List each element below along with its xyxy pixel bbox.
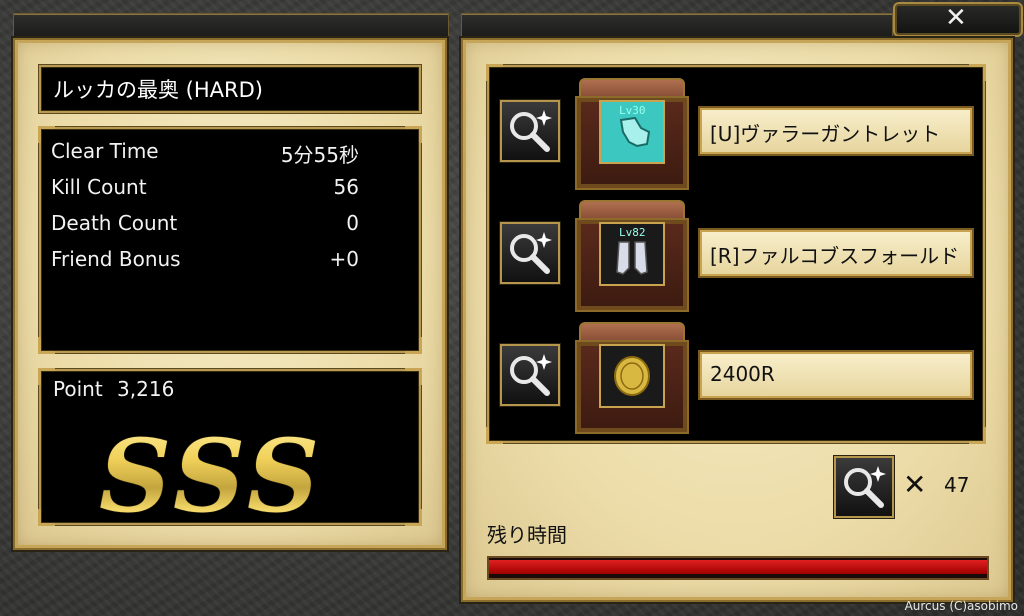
stat-row-death-count: Death Count 0 xyxy=(51,211,359,241)
stat-value: +0 xyxy=(329,247,359,271)
stat-label: Clear Time xyxy=(51,139,159,163)
reward-name-box-1: [U]ヴァラーガントレット xyxy=(698,106,974,156)
result-panel: ルッカの最奥 (HARD) Clear Time 5分55秒 Kill Coun… xyxy=(13,38,447,550)
stat-label: Friend Bonus xyxy=(51,247,181,271)
point-value: 3,216 xyxy=(117,377,175,401)
right-panel-header xyxy=(461,13,893,37)
close-button[interactable]: ✕ xyxy=(893,2,1023,37)
coin-icon xyxy=(599,344,665,408)
dungeon-title-box: ルッカの最奥 (HARD) xyxy=(39,65,421,113)
reward-name: 2400R xyxy=(710,362,775,386)
greaves-icon: Lv82 xyxy=(599,222,665,286)
inspect-item-button-2[interactable] xyxy=(500,222,560,284)
reward-name-box-3: 2400R xyxy=(698,350,974,400)
stat-value: 56 xyxy=(333,175,359,199)
rank-sss: SSS xyxy=(99,417,324,535)
multiply-sign: ✕ xyxy=(903,468,927,501)
treasure-chest-2: Lv82 xyxy=(575,200,689,312)
stats-box: Clear Time 5分55秒 Kill Count 56 Death Cou… xyxy=(38,126,422,354)
close-icon: ✕ xyxy=(945,3,967,33)
stat-value: 5分55秒 xyxy=(280,143,359,167)
reward-name: [U]ヴァラーガントレット xyxy=(710,122,941,146)
reward-name-box-2: [R]ファルコブスフォールド xyxy=(698,228,974,278)
reward-name: [R]ファルコブスフォールド xyxy=(710,244,960,268)
inspect-item-button-1[interactable] xyxy=(500,100,560,162)
treasure-chest-3 xyxy=(575,322,689,434)
stat-value: 0 xyxy=(346,211,359,235)
remaining-time-label: 残り時間 xyxy=(487,523,567,547)
rank-box: Point 3,216 SSS xyxy=(38,368,422,535)
gauntlet-icon: Lv30 xyxy=(599,100,665,164)
remaining-time-fill xyxy=(489,560,987,574)
stat-row-clear-time: Clear Time 5分55秒 xyxy=(51,139,359,169)
stat-label: Kill Count xyxy=(51,175,147,199)
point-label: Point xyxy=(53,377,103,401)
copyright: Aurcus (C)asobimo xyxy=(904,599,1018,613)
stat-row-kill-count: Kill Count 56 xyxy=(51,175,359,205)
magnifier-icon xyxy=(510,232,552,274)
inspect-item-button-3[interactable] xyxy=(500,344,560,406)
treasure-chest-1: Lv30 xyxy=(575,78,689,190)
dungeon-title: ルッカの最奥 (HARD) xyxy=(53,78,263,102)
magnifier-icon xyxy=(510,110,552,152)
point-row: Point 3,216 xyxy=(53,377,174,401)
magnifier-icon xyxy=(510,354,552,396)
stat-row-friend-bonus: Friend Bonus +0 xyxy=(51,247,359,277)
magnifier-count-icon xyxy=(834,456,894,518)
remaining-time-bar xyxy=(487,556,989,580)
item-level: Lv30 xyxy=(619,104,646,117)
left-panel-header xyxy=(13,13,449,37)
magnifier-icon xyxy=(844,466,886,508)
stat-label: Death Count xyxy=(51,211,178,235)
magnifier-count: 47 xyxy=(944,473,970,497)
item-level: Lv82 xyxy=(619,226,646,239)
